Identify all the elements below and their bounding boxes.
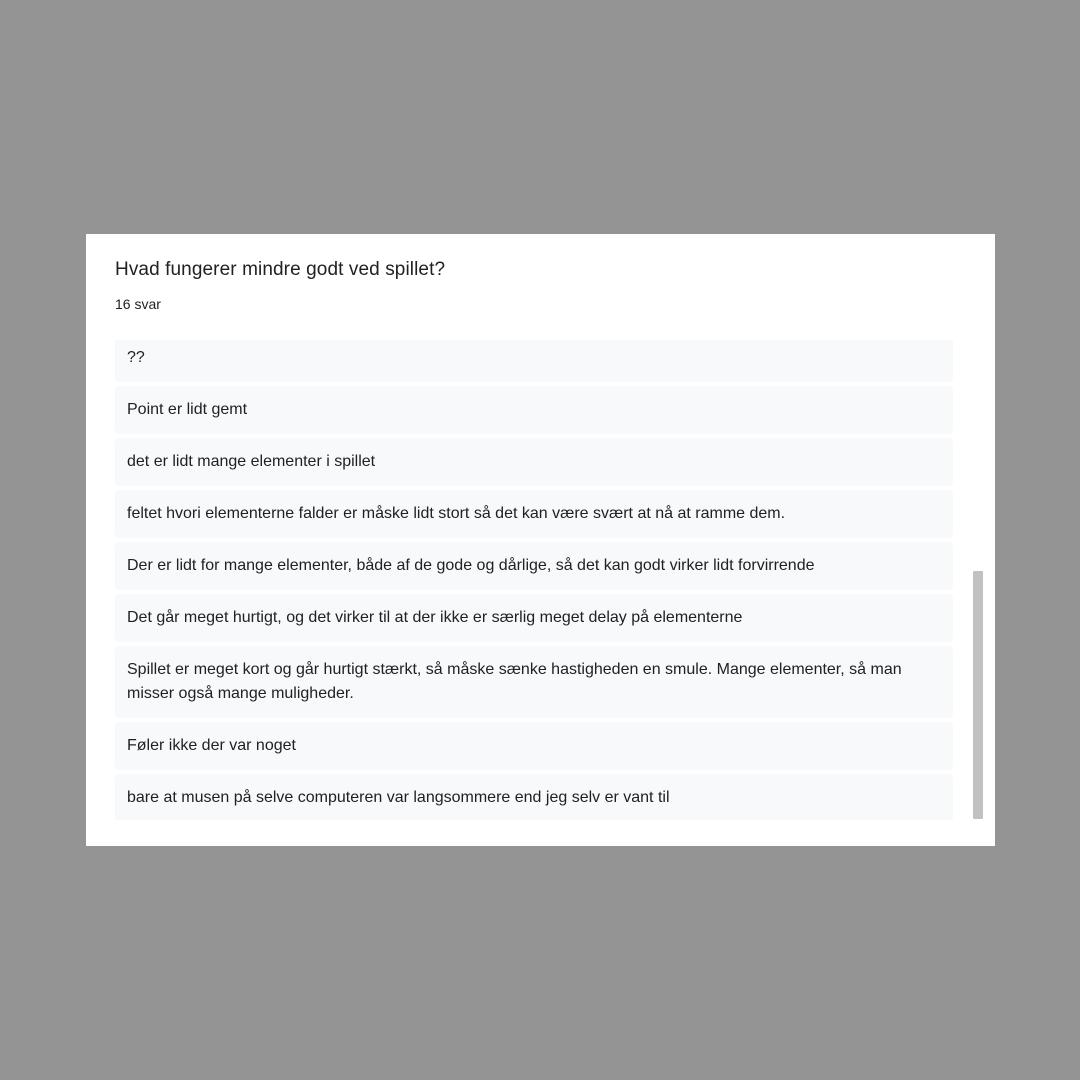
response-item: Føler ikke der var noget bbox=[115, 722, 953, 770]
response-item: bare at musen på selve computeren var la… bbox=[115, 774, 953, 820]
response-item: ?? bbox=[115, 340, 953, 382]
response-item: Det går meget hurtigt, og det virker til… bbox=[115, 594, 953, 642]
question-title: Hvad fungerer mindre godt ved spillet? bbox=[115, 259, 446, 280]
response-item: Der er lidt for mange elementer, både af… bbox=[115, 542, 953, 590]
response-item: Point er lidt gemt bbox=[115, 386, 953, 434]
response-item: Spillet er meget kort og går hurtigt stæ… bbox=[115, 646, 953, 718]
response-card: Hvad fungerer mindre godt ved spillet? 1… bbox=[86, 234, 995, 846]
scrollbar-thumb[interactable] bbox=[973, 571, 983, 819]
response-item: det er lidt mange elementer i spillet bbox=[115, 438, 953, 486]
response-item: feltet hvori elementerne falder er måske… bbox=[115, 490, 953, 538]
response-count: 16 svar bbox=[115, 296, 161, 312]
scrollbar[interactable] bbox=[972, 340, 984, 820]
responses-list[interactable]: ?? Point er lidt gemt det er lidt mange … bbox=[115, 340, 953, 820]
